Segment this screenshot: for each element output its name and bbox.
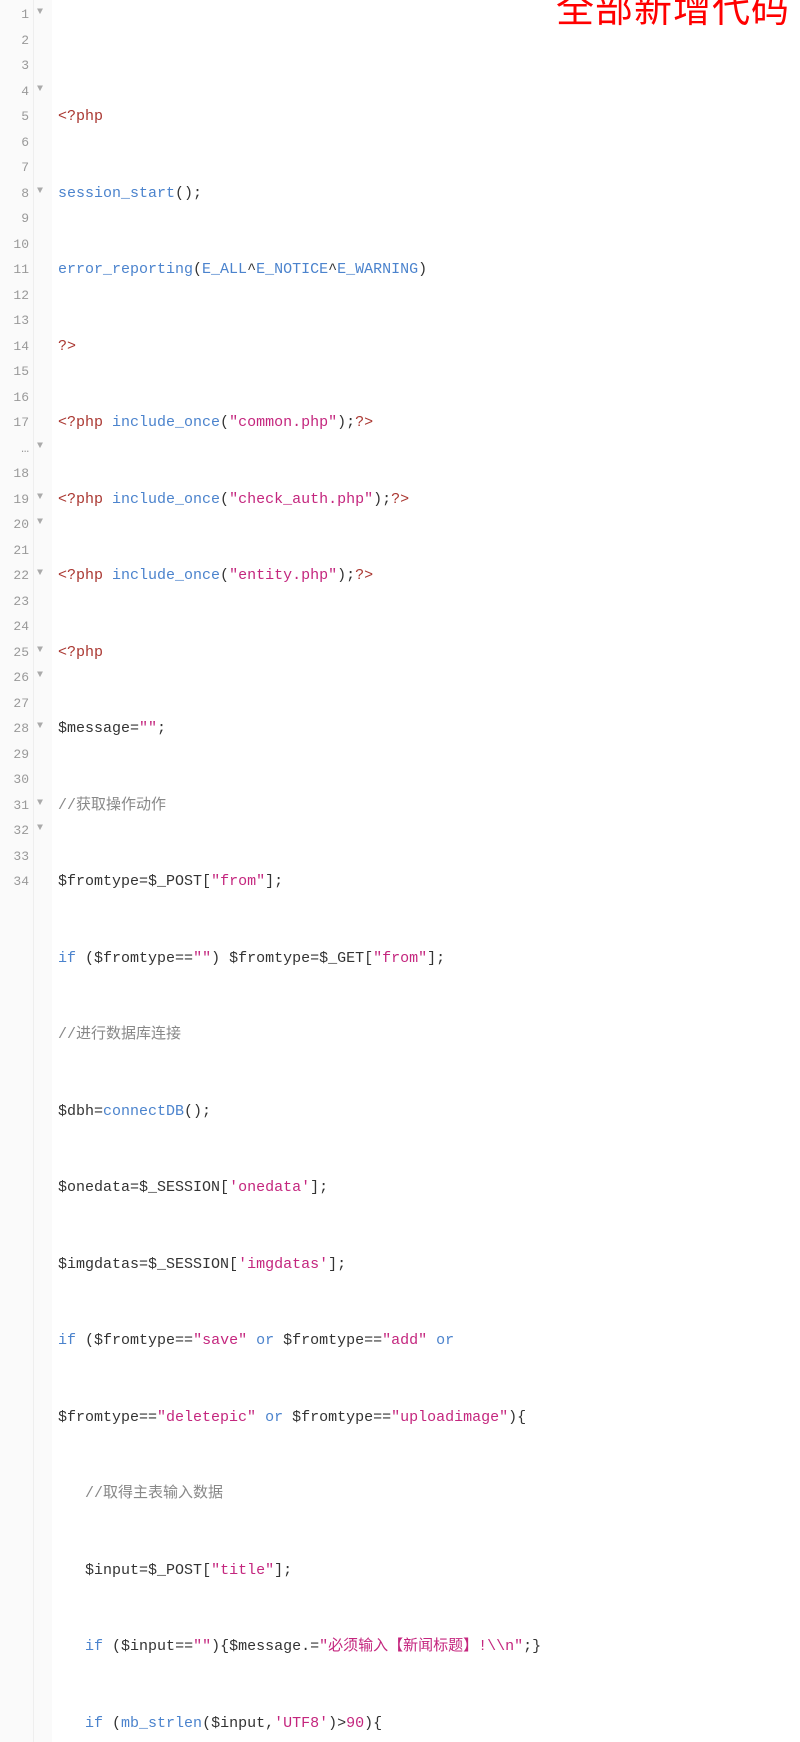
code-line: if ($input==""){$message.="必须输入【新闻标题】!\\… bbox=[58, 1634, 796, 1660]
line-number: 18 bbox=[2, 461, 29, 487]
code-line: $fromtype=="deletepic" or $fromtype=="up… bbox=[58, 1405, 796, 1431]
line-number: 23 bbox=[2, 589, 29, 615]
fold-mark[interactable]: ▼ bbox=[34, 791, 52, 817]
line-number: 31 bbox=[2, 793, 29, 819]
line-number: 16 bbox=[2, 385, 29, 411]
fold-mark[interactable]: ▼ bbox=[34, 816, 52, 842]
fold-mark bbox=[34, 204, 52, 230]
code-line: $dbh=connectDB(); bbox=[58, 1099, 796, 1125]
code-line: //取得主表输入数据 bbox=[58, 1481, 796, 1507]
line-number: 24 bbox=[2, 614, 29, 640]
code-line: $message=""; bbox=[58, 716, 796, 742]
line-number: 29 bbox=[2, 742, 29, 768]
code-line: ?> bbox=[58, 334, 796, 360]
fold-mark[interactable]: ▼ bbox=[34, 434, 52, 460]
line-number-gutter: 1234567891011121314151617…18192021222324… bbox=[0, 0, 34, 1742]
line-number: 21 bbox=[2, 538, 29, 564]
fold-mark[interactable]: ▼ bbox=[34, 561, 52, 587]
fold-mark[interactable]: ▼ bbox=[34, 714, 52, 740]
line-number: 13 bbox=[2, 308, 29, 334]
fold-mark bbox=[34, 332, 52, 358]
code-line: <?php include_once("check_auth.php");?> bbox=[58, 487, 796, 513]
line-number: 20 bbox=[2, 512, 29, 538]
fold-mark bbox=[34, 255, 52, 281]
code-line: $input=$_POST["title"]; bbox=[58, 1558, 796, 1584]
fold-mark bbox=[34, 408, 52, 434]
code-line: if (mb_strlen($input,'UTF8')>90){ bbox=[58, 1711, 796, 1737]
fold-mark bbox=[34, 383, 52, 409]
fold-mark bbox=[34, 102, 52, 128]
line-number: 5 bbox=[2, 104, 29, 130]
fold-mark bbox=[34, 153, 52, 179]
fold-mark bbox=[34, 281, 52, 307]
line-number: 3 bbox=[2, 53, 29, 79]
fold-mark bbox=[34, 765, 52, 791]
fold-gutter: ▼▼▼▼▼▼▼▼▼▼▼▼ bbox=[34, 0, 52, 1742]
line-number: 10 bbox=[2, 232, 29, 258]
fold-mark bbox=[34, 51, 52, 77]
fold-mark[interactable]: ▼ bbox=[34, 638, 52, 664]
fold-mark[interactable]: ▼ bbox=[34, 179, 52, 205]
fold-mark[interactable]: ▼ bbox=[34, 0, 52, 26]
code-line: <?php include_once("entity.php");?> bbox=[58, 563, 796, 589]
code-line: //获取操作动作 bbox=[58, 793, 796, 819]
line-number: 19 bbox=[2, 487, 29, 513]
code-area[interactable]: 全部新增代码 <?php session_start(); error_repo… bbox=[52, 0, 800, 1742]
code-line: if ($fromtype=="") $fromtype=$_GET["from… bbox=[58, 946, 796, 972]
code-line: <?php bbox=[58, 104, 796, 130]
line-number: 17 bbox=[2, 410, 29, 436]
line-number: 4 bbox=[2, 79, 29, 105]
fold-mark bbox=[34, 587, 52, 613]
line-number: 15 bbox=[2, 359, 29, 385]
line-number: 28 bbox=[2, 716, 29, 742]
line-number: 32 bbox=[2, 818, 29, 844]
line-number: 22 bbox=[2, 563, 29, 589]
line-number: 25 bbox=[2, 640, 29, 666]
fold-mark bbox=[34, 128, 52, 154]
line-number: 7 bbox=[2, 155, 29, 181]
line-number: 2 bbox=[2, 28, 29, 54]
fold-mark bbox=[34, 357, 52, 383]
fold-mark bbox=[34, 740, 52, 766]
code-line: session_start(); bbox=[58, 181, 796, 207]
code-line: if ($fromtype=="save" or $fromtype=="add… bbox=[58, 1328, 796, 1354]
fold-mark[interactable]: ▼ bbox=[34, 663, 52, 689]
code-line: //进行数据库连接 bbox=[58, 1022, 796, 1048]
code-line: <?php include_once("common.php");?> bbox=[58, 410, 796, 436]
line-number: 6 bbox=[2, 130, 29, 156]
line-number: 12 bbox=[2, 283, 29, 309]
fold-mark[interactable]: ▼ bbox=[34, 485, 52, 511]
line-number: 14 bbox=[2, 334, 29, 360]
line-number: 27 bbox=[2, 691, 29, 717]
line-number: 9 bbox=[2, 206, 29, 232]
fold-mark bbox=[34, 842, 52, 868]
line-number: 8 bbox=[2, 181, 29, 207]
code-line: $onedata=$_SESSION['onedata']; bbox=[58, 1175, 796, 1201]
line-number: 11 bbox=[2, 257, 29, 283]
line-number: 30 bbox=[2, 767, 29, 793]
watermark-label: 全部新增代码 bbox=[556, 0, 790, 24]
code-line: error_reporting(E_ALL^E_NOTICE^E_WARNING… bbox=[58, 257, 796, 283]
line-number: … bbox=[2, 436, 29, 462]
code-line: $fromtype=$_POST["from"]; bbox=[58, 869, 796, 895]
code-line: <?php bbox=[58, 640, 796, 666]
code-line: $imgdatas=$_SESSION['imgdatas']; bbox=[58, 1252, 796, 1278]
line-number: 34 bbox=[2, 869, 29, 895]
line-number: 26 bbox=[2, 665, 29, 691]
fold-mark bbox=[34, 230, 52, 256]
fold-mark bbox=[34, 459, 52, 485]
fold-mark bbox=[34, 536, 52, 562]
fold-mark[interactable]: ▼ bbox=[34, 77, 52, 103]
line-number: 33 bbox=[2, 844, 29, 870]
fold-mark bbox=[34, 689, 52, 715]
fold-mark[interactable]: ▼ bbox=[34, 510, 52, 536]
fold-mark bbox=[34, 612, 52, 638]
fold-mark bbox=[34, 26, 52, 52]
line-number: 1 bbox=[2, 2, 29, 28]
fold-mark bbox=[34, 306, 52, 332]
code-editor: 1234567891011121314151617…18192021222324… bbox=[0, 0, 800, 1742]
